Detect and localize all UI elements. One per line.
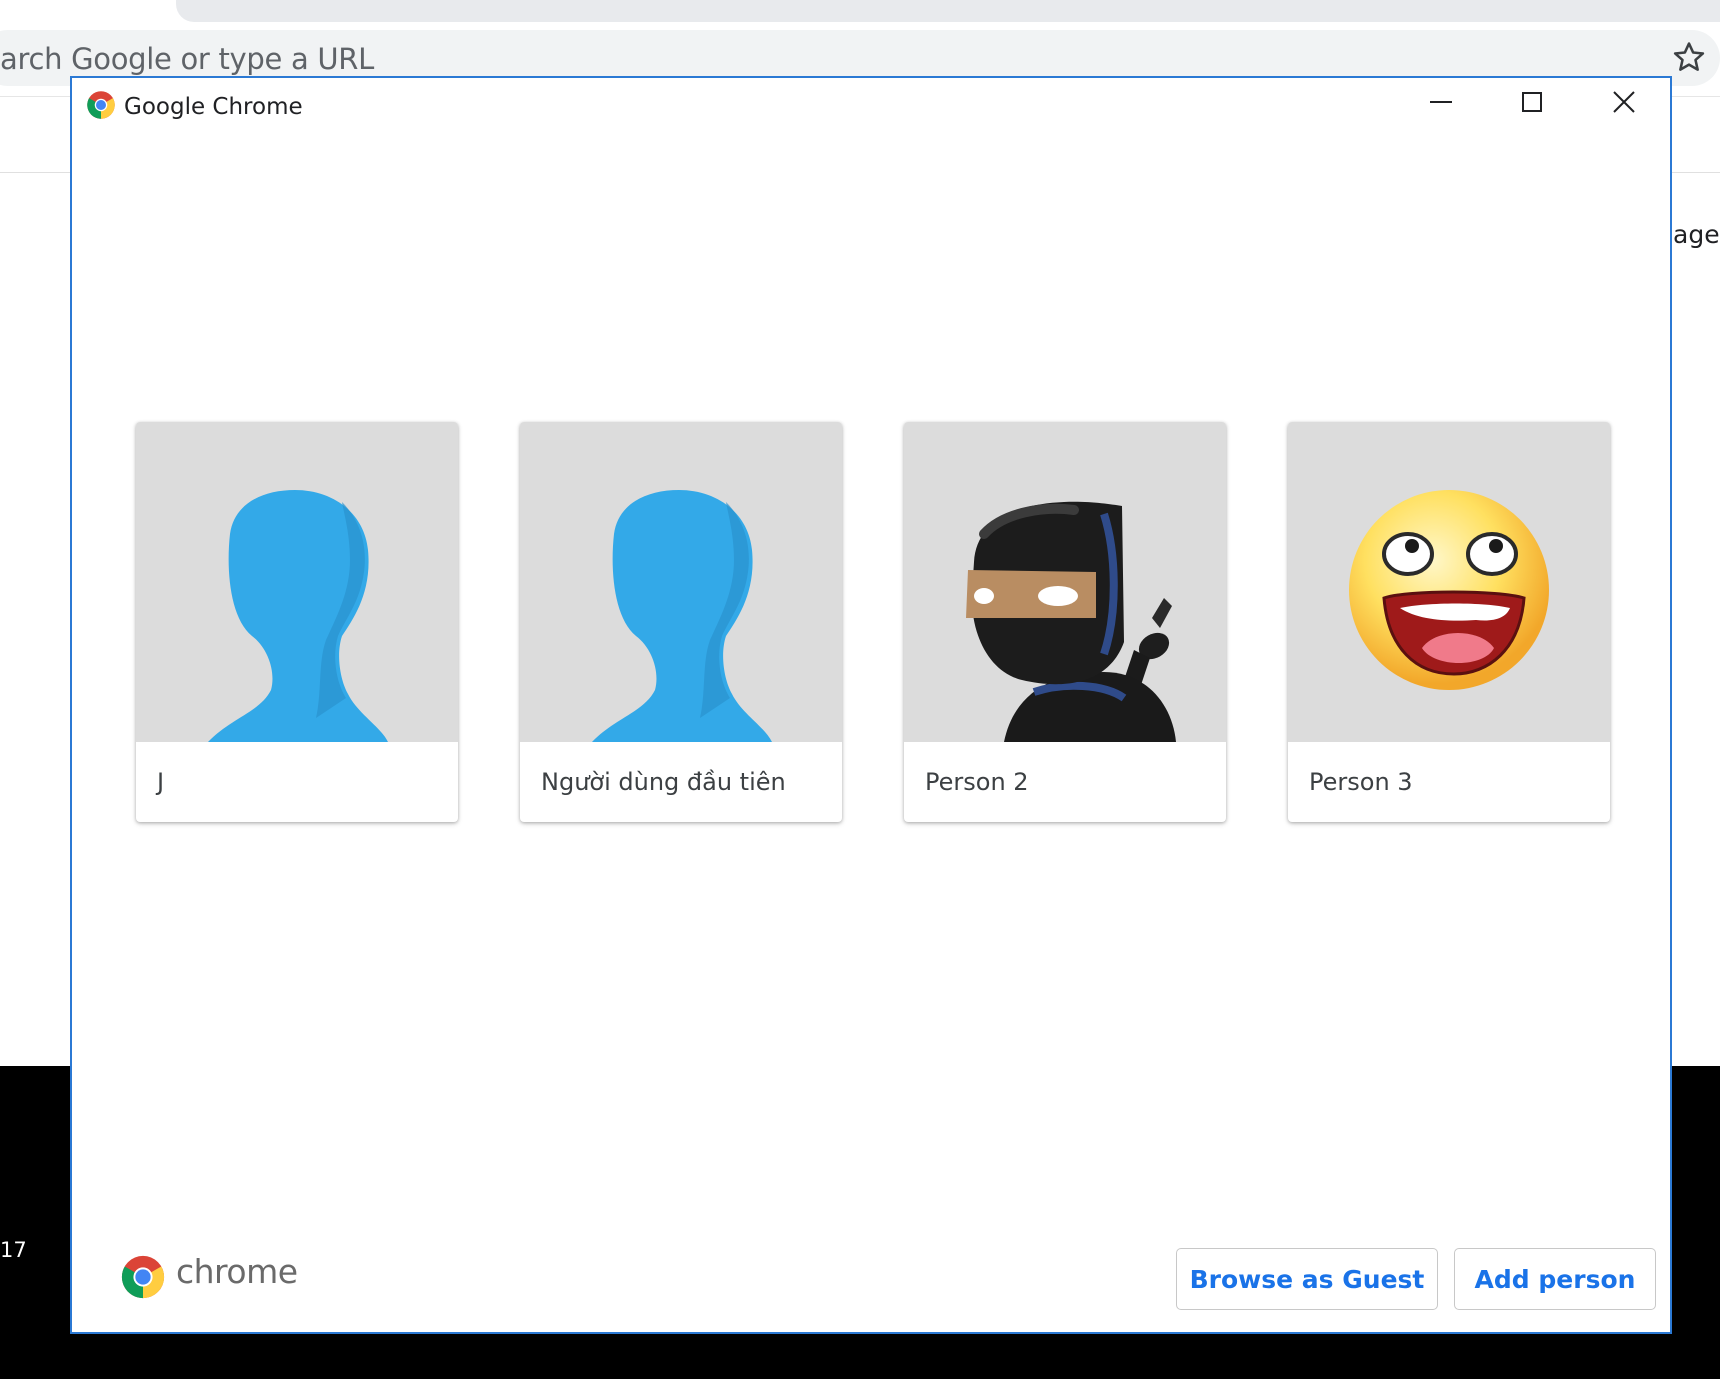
- minimize-icon: [1430, 101, 1452, 103]
- profile-card-person-2[interactable]: Person 2: [904, 422, 1226, 822]
- profile-picker-window: Google Chrome J Người dùng đầu tiên Pers…: [70, 76, 1672, 1334]
- ninja-avatar-icon: [966, 501, 1176, 742]
- browse-as-guest-button[interactable]: Browse as Guest: [1176, 1248, 1438, 1310]
- redacted-text-block: [178, 762, 268, 796]
- profile-name: Người dùng đầu tiên: [541, 768, 786, 796]
- profile-avatar: [1288, 422, 1610, 742]
- person-avatar-icon: [592, 490, 772, 742]
- profile-avatar: [136, 422, 458, 742]
- profile-avatar: [520, 422, 842, 742]
- profile-card-person-3[interactable]: Person 3: [1288, 422, 1610, 822]
- maximize-button[interactable]: [1487, 78, 1577, 126]
- bookmark-star-icon[interactable]: [1672, 40, 1706, 74]
- minimize-button[interactable]: [1396, 78, 1486, 126]
- chrome-wordmark: chrome: [176, 1252, 298, 1291]
- profile-card-nguoi-dung-dau-tien[interactable]: Người dùng đầu tiên: [520, 422, 842, 822]
- profile-list: J Người dùng đầu tiên Person 2 Person 3: [136, 422, 1616, 832]
- chrome-logo-icon: [121, 1255, 165, 1299]
- maximize-icon: [1522, 92, 1542, 112]
- add-person-button[interactable]: Add person: [1454, 1248, 1656, 1310]
- close-button[interactable]: [1579, 78, 1669, 126]
- background-tab[interactable]: [176, 0, 1720, 22]
- profile-name: J: [157, 768, 165, 796]
- close-icon: [1613, 91, 1635, 113]
- profile-card-j[interactable]: J: [136, 422, 458, 822]
- profile-name: Person 3: [1309, 768, 1413, 796]
- background-page-text: age: [1673, 220, 1720, 249]
- omnibox-placeholder: arch Google or type a URL: [0, 42, 374, 76]
- taskbar-clock: 17: [0, 1238, 27, 1262]
- chrome-logo-icon: [87, 91, 115, 119]
- profile-avatar: [904, 422, 1226, 742]
- window-title: Google Chrome: [124, 94, 303, 120]
- person-avatar-icon: [208, 490, 388, 742]
- profile-name: Person 2: [925, 768, 1029, 796]
- smiley-avatar-icon: [1349, 490, 1549, 690]
